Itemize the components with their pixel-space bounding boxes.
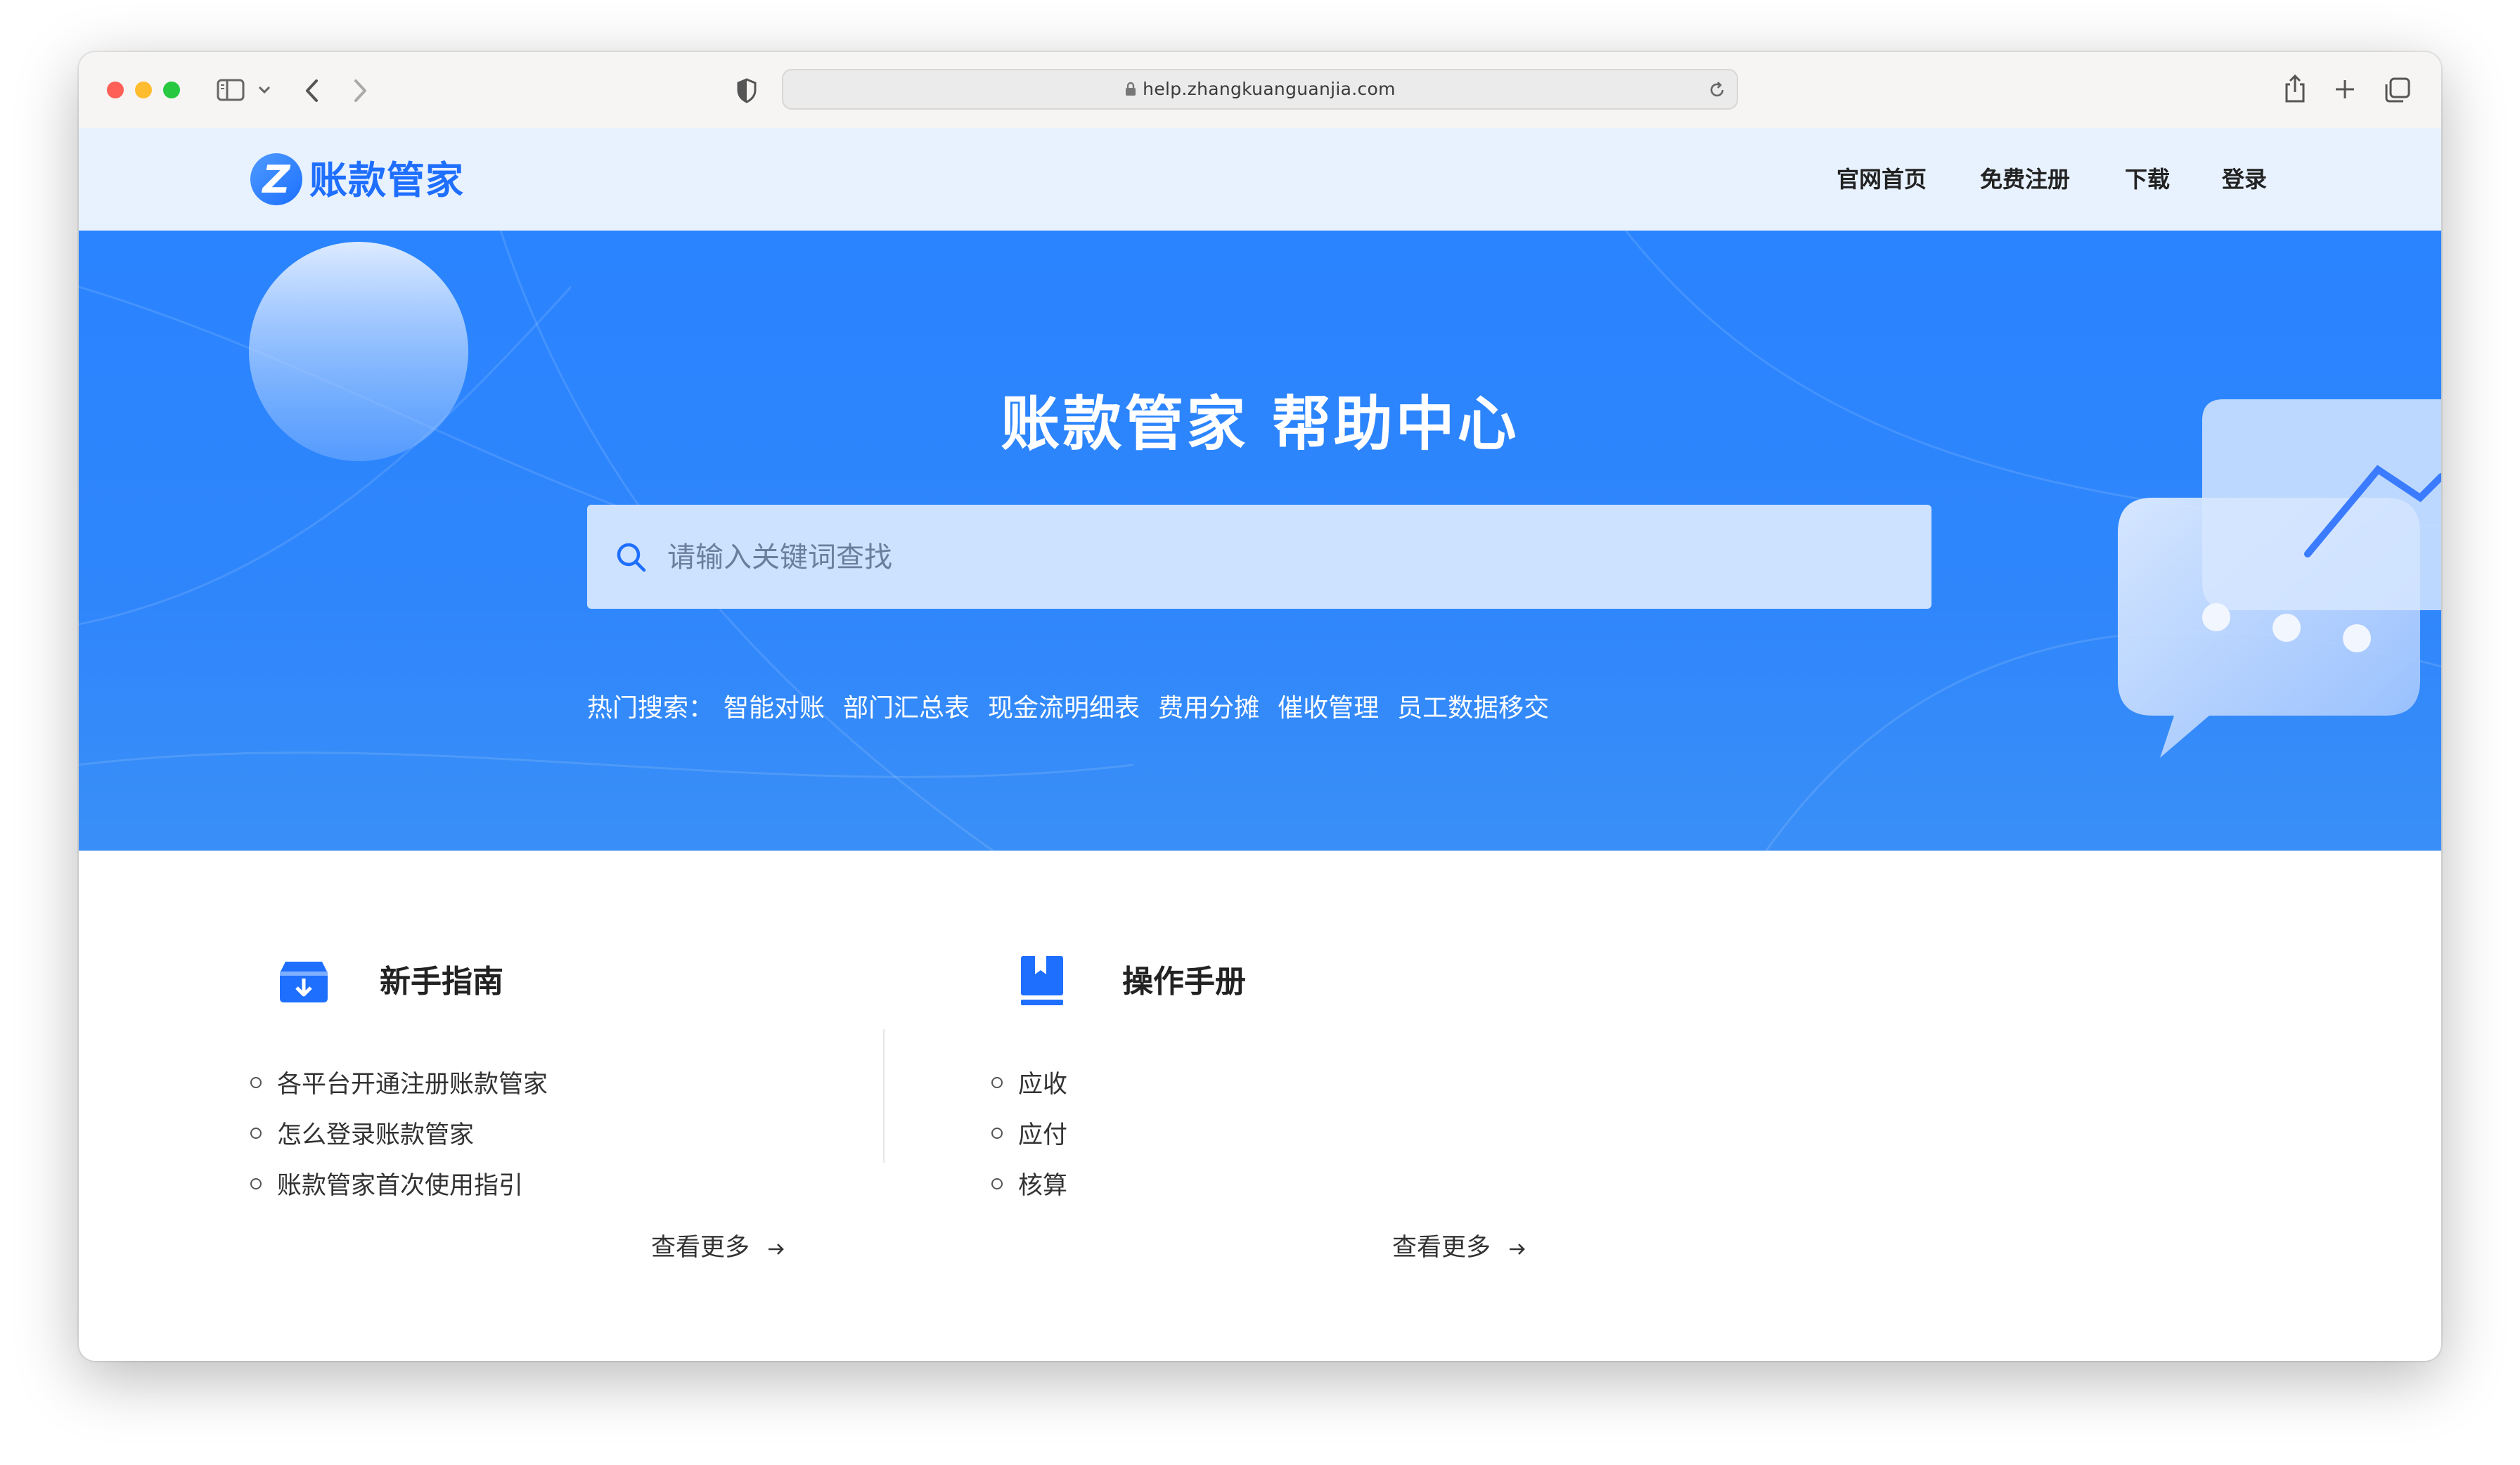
- hot-search-link[interactable]: 员工数据移交: [1397, 694, 1549, 723]
- hot-search-link[interactable]: 费用分摊: [1158, 694, 1259, 723]
- bullet-icon: [991, 1077, 1003, 1088]
- close-window-button[interactable]: [107, 82, 124, 98]
- site-header: Z 账款管家 官网首页 免费注册 下载 登录: [79, 128, 2441, 231]
- url-text: help.zhangkuanguanjia.com: [783, 70, 1737, 108]
- list-item[interactable]: 核算: [991, 1166, 1067, 1201]
- arrow-right-icon: [769, 1244, 784, 1255]
- forward-arrow-icon[interactable]: [350, 77, 370, 104]
- nav-login-link[interactable]: 登录: [2222, 128, 2267, 231]
- hot-searches: 热门搜索： 智能对账 部门汇总表 现金流明细表 费用分摊 催收管理 员工数据移交: [587, 688, 1567, 724]
- list-item[interactable]: 怎么登录账款管家: [250, 1115, 474, 1151]
- view-more-label: 查看更多: [651, 1234, 750, 1262]
- zoom-window-button[interactable]: [163, 82, 180, 98]
- browser-titlebar: help.zhangkuanguanjia.com: [79, 52, 2441, 129]
- back-arrow-icon[interactable]: [302, 77, 322, 104]
- bullet-icon: [991, 1128, 1003, 1139]
- sidebar-toggle-icon[interactable]: [217, 79, 248, 103]
- logo-letter: Z: [262, 157, 290, 202]
- search-input[interactable]: [666, 505, 1906, 610]
- logo-icon[interactable]: Z: [250, 153, 302, 205]
- chevron-down-icon[interactable]: [257, 84, 271, 96]
- section-title-operation-manual: 操作手册: [1122, 964, 1246, 1000]
- search-box[interactable]: [587, 505, 1931, 610]
- list-item[interactable]: 应收: [991, 1064, 1067, 1100]
- view-more-label: 查看更多: [1392, 1234, 1491, 1262]
- minimize-window-button[interactable]: [135, 82, 152, 98]
- lock-icon: [1126, 82, 1136, 96]
- section-title-beginner-guide: 新手指南: [380, 964, 503, 1000]
- nav-home-link[interactable]: 官网首页: [1837, 128, 1927, 231]
- list-item[interactable]: 各平台开通注册账款管家: [250, 1064, 548, 1100]
- privacy-shield-icon[interactable]: [735, 77, 758, 104]
- bullet-icon: [250, 1178, 262, 1189]
- hero-title: 账款管家 帮助中心: [1001, 389, 1519, 458]
- nav-download-link[interactable]: 下载: [2125, 128, 2170, 231]
- hot-search-link[interactable]: 部门汇总表: [843, 694, 970, 723]
- nav-register-link[interactable]: 免费注册: [1980, 128, 2070, 231]
- address-bar[interactable]: help.zhangkuanguanjia.com: [782, 69, 1738, 110]
- reload-icon[interactable]: [1707, 80, 1727, 100]
- share-icon[interactable]: [2282, 73, 2308, 104]
- bullet-icon: [250, 1128, 262, 1139]
- view-more-link[interactable]: 查看更多: [1392, 1227, 1528, 1263]
- hot-search-label: 热门搜索：: [587, 694, 714, 723]
- tab-overview-icon[interactable]: [2384, 76, 2412, 104]
- hot-search-link[interactable]: 现金流明细表: [988, 694, 1140, 723]
- hero-banner: 账款管家 帮助中心 热门搜索： 智能对账部门汇总表现金流明细表费用分摊催收管理员工…: [79, 231, 2441, 851]
- bookmark-book-icon: [1021, 956, 1063, 1005]
- list-item[interactable]: 应付: [991, 1115, 1067, 1151]
- logo-text[interactable]: 账款管家: [309, 149, 464, 205]
- search-icon[interactable]: [615, 541, 648, 574]
- hot-search-link[interactable]: 催收管理: [1278, 694, 1379, 723]
- list-item[interactable]: 账款管家首次使用指引: [250, 1166, 523, 1201]
- hot-search-link[interactable]: 智能对账: [724, 694, 825, 723]
- bullet-icon: [250, 1077, 262, 1088]
- new-tab-icon[interactable]: [2333, 77, 2357, 101]
- bullet-icon: [991, 1178, 1003, 1189]
- url-value: help.zhangkuanguanjia.com: [1143, 79, 1396, 99]
- section-divider: [883, 1029, 885, 1163]
- browser-window: help.zhangkuanguanjia.com Z 账款管家 官网首页 免费…: [79, 52, 2441, 1361]
- download-box-icon: [280, 962, 328, 1002]
- view-more-link[interactable]: 查看更多: [651, 1227, 787, 1263]
- arrow-right-icon: [1510, 1244, 1525, 1255]
